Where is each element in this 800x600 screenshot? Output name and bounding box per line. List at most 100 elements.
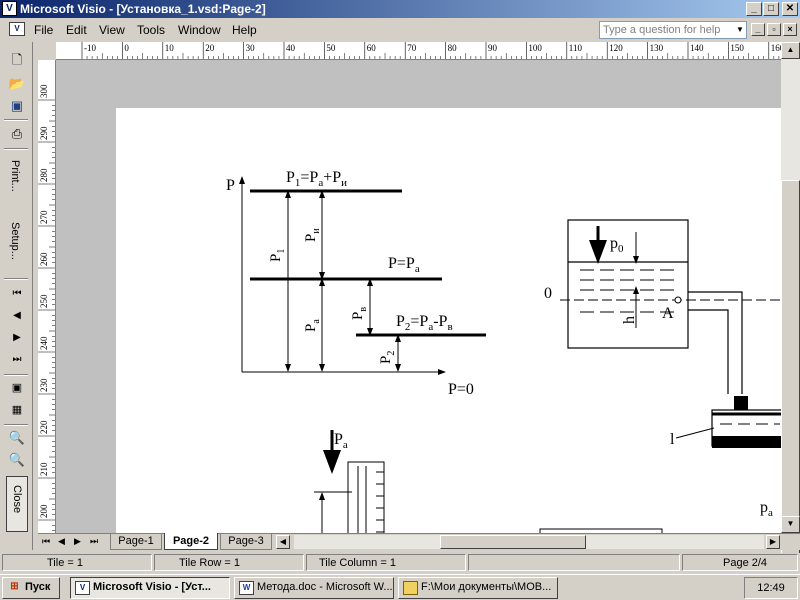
v-ruler-label: 240 (39, 336, 49, 350)
folder-icon (403, 581, 418, 595)
windows-logo-icon: ⊞ (10, 581, 19, 592)
close-preview-button[interactable]: Close (6, 476, 28, 532)
task-word[interactable]: W Метода.doc - Microsoft W... (234, 577, 394, 599)
window-title: Microsoft Visio - [Установка_1.vsd:Page-… (20, 2, 266, 16)
h-ruler-label: 140 (690, 43, 704, 53)
open-folder-icon[interactable]: 📂 (8, 76, 26, 92)
status-empty (468, 554, 680, 571)
h-ruler-label: -10 (84, 43, 96, 53)
axis-zero-label: P=0 (448, 381, 474, 398)
zoom-out-icon[interactable]: 🔍 (8, 430, 26, 446)
whole-page-icon[interactable]: ▦ (8, 402, 26, 418)
printer-icon[interactable]: ⎙ (8, 126, 26, 142)
h-ruler-label: 60 (367, 43, 377, 53)
visio-icon: V (75, 581, 90, 595)
horizontal-ruler[interactable]: -10 0 10 20 30 40 50 60 70 80 90 100 110 120 130 140 150… (56, 42, 781, 60)
close-button[interactable]: ✕ (782, 2, 798, 16)
minimize-button[interactable]: _ (746, 2, 762, 16)
menu-view[interactable]: View (99, 23, 125, 37)
vertical-ruler-svg: 300 290 280 270 260 250 240 230 220 210 200 (38, 84, 55, 531)
start-label: Пуск (25, 581, 51, 593)
menu-help[interactable]: Help (232, 23, 257, 37)
status-tile: Tile = 1 (2, 554, 152, 571)
label-p2-eq: P2=Pа-Pв (396, 313, 453, 333)
save-icon[interactable]: ▣ (8, 98, 26, 114)
menu-file[interactable]: File (34, 23, 53, 37)
document-icon[interactable]: V (9, 22, 25, 36)
tab-page-3[interactable]: Page-3 (220, 534, 272, 550)
task-visio-label: Microsoft Visio - [Уст... (93, 581, 211, 593)
title-bar: V Microsoft Visio - [Установка_1.vsd:Pag… (0, 0, 800, 18)
task-word-label: Метода.doc - Microsoft W... (257, 581, 393, 593)
start-button[interactable]: ⊞ Пуск (2, 577, 60, 599)
visio-icon[interactable]: V (2, 1, 17, 16)
h-ruler-label: 90 (488, 43, 498, 53)
toolbar-separator (4, 148, 28, 150)
label-pa-gauge: Pа (334, 431, 348, 451)
drawing-canvas[interactable]: P P=0 P1=Pа+Pи P=Pа P2=Pа-Pв P1 Pи Pа Pв… (56, 60, 781, 533)
doc-close-button[interactable]: × (783, 23, 797, 36)
vertical-scrollbar[interactable]: ▲ ▼ (781, 42, 800, 560)
maximize-button[interactable]: □ (763, 2, 779, 16)
tab-page-2[interactable]: Page-2 (164, 533, 218, 550)
horizontal-scroll-thumb[interactable] (440, 535, 586, 549)
tabs-scroll-left-button[interactable]: ◀ (276, 535, 290, 549)
doc-restore-button[interactable]: ▫ (767, 23, 781, 36)
status-tile-row: Tile Row = 1 (154, 554, 304, 571)
h-ruler-label: 160 (771, 43, 781, 53)
v-ruler-label: 200 (39, 504, 49, 518)
menu-tools[interactable]: Tools (137, 23, 165, 37)
v-ruler-label: 290 (39, 126, 49, 140)
last-tab-icon[interactable]: ⏭ (90, 536, 98, 547)
task-folder[interactable]: F:\Мои документы\МОВ... (398, 577, 558, 599)
left-toolbar: 🗋 📂 ▣ ⎙ Print... Setup... ⏮ ◀ ▶ ⏭ ▣ ▦ 🔍 … (0, 42, 33, 550)
dim-p1: P1 (268, 249, 287, 262)
first-tab-icon[interactable]: ⏮ (42, 536, 50, 547)
prev-tab-icon[interactable]: ◀ (58, 536, 65, 547)
dim-pa: Pа (303, 319, 322, 332)
last-page-icon[interactable]: ⏭ (8, 352, 26, 368)
setup-button[interactable]: Setup... (9, 222, 21, 260)
single-tile-icon[interactable]: ▣ (8, 380, 26, 396)
chevron-down-icon[interactable]: ▼ (734, 22, 746, 38)
clock: 12:49 (744, 577, 798, 599)
previous-page-icon[interactable]: ◀ (8, 308, 26, 324)
v-ruler-label: 230 (39, 378, 49, 392)
toolbar-separator (4, 424, 28, 426)
next-tab-icon[interactable]: ▶ (74, 536, 81, 547)
h-ruler-label: 30 (246, 43, 256, 53)
next-page-icon[interactable]: ▶ (8, 330, 26, 346)
axis-p-label: P (226, 177, 235, 194)
scroll-up-button[interactable]: ▲ (781, 42, 800, 59)
dim-pv: Pв (350, 307, 369, 320)
first-page-icon[interactable]: ⏮ (8, 286, 26, 302)
tank-apparatus: p0 0 h A l pа (544, 219, 781, 519)
menu-edit[interactable]: Edit (66, 23, 87, 37)
scroll-right-button[interactable]: ▶ (766, 535, 780, 549)
label-pa-bottom: pа (760, 499, 773, 519)
zoom-in-icon[interactable]: 🔍 (8, 452, 26, 468)
v-ruler-label: 260 (39, 252, 49, 266)
label-p0: p0 (610, 235, 624, 255)
v-ruler-label: 280 (39, 168, 49, 182)
h-ruler-label: 110 (569, 43, 583, 53)
label-pa-eq: P=Pа (388, 255, 420, 275)
h-ruler-label: 50 (326, 43, 336, 53)
new-document-icon[interactable]: 🗋 (8, 52, 26, 68)
toolbar-separator (4, 374, 28, 376)
v-ruler-label: 270 (39, 210, 49, 224)
print-button[interactable]: Print... (9, 160, 21, 192)
tab-page-1[interactable]: Page-1 (110, 534, 162, 550)
menu-window[interactable]: Window (178, 23, 221, 37)
help-search-input[interactable]: Type a question for help (599, 21, 747, 39)
h-ruler-label: 120 (609, 43, 623, 53)
vertical-ruler[interactable]: 300 290 280 270 260 250 240 230 220 210 200 (38, 60, 56, 533)
status-bar: Tile = 1 Tile Row = 1 Tile Column = 1 Pa… (0, 553, 800, 572)
drawing-svg: P P=0 P1=Pа+Pи P=Pа P2=Pа-Pв P1 Pи Pа Pв… (226, 169, 781, 533)
scroll-down-button[interactable]: ▼ (781, 516, 800, 533)
vertical-scroll-thumb[interactable] (781, 180, 800, 560)
doc-minimize-button[interactable]: _ (751, 23, 765, 36)
task-visio[interactable]: V Microsoft Visio - [Уст... (70, 577, 230, 599)
page-sheet: P P=0 P1=Pа+Pи P=Pа P2=Pа-Pв P1 Pи Pа Pв… (140, 132, 781, 533)
horizontal-scrollbar[interactable] (294, 535, 764, 549)
